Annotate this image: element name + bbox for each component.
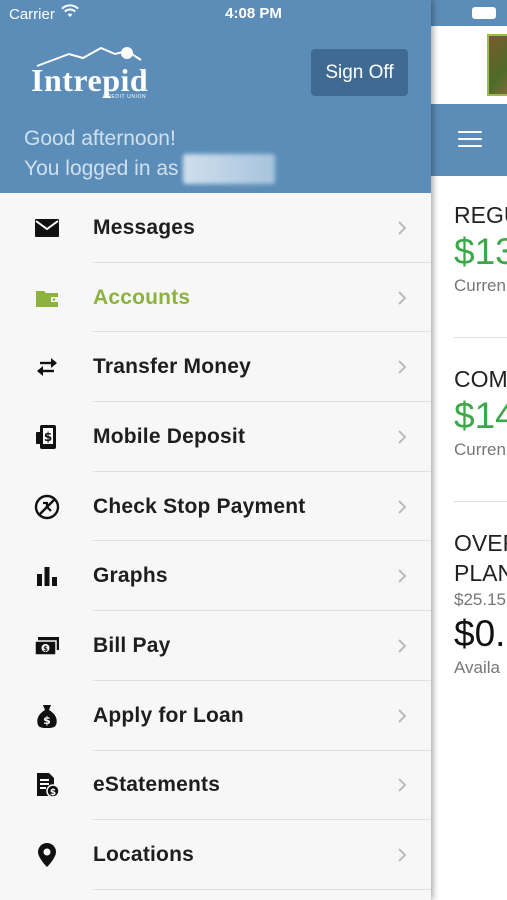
menu-item-check-stop-payment[interactable]: Check Stop Payment [0,472,431,542]
menu-item-accounts[interactable]: Accounts [0,263,431,333]
stop-payment-icon [34,494,60,520]
menu-item-apply-for-loan[interactable]: $ Apply for Loan [0,681,431,751]
accounts-screen-background: REGU $13 Curren COM $14 Curren OVER PLAN… [430,0,507,900]
account-balance: $0. [454,613,506,654]
divider [454,337,507,338]
svg-text:$: $ [50,788,56,798]
account-card[interactable]: OVER PLAN $25.15 $0. Availa [454,528,507,680]
greeting-text: Good afternoon! [24,127,176,150]
background-logo-image [487,34,507,96]
menu-label: Locations [93,843,194,867]
divider [93,888,431,890]
chevron-right-icon [398,848,407,862]
menu-label: Accounts [93,285,191,309]
chevron-right-icon [398,290,407,305]
menu-label: Apply for Loan [93,703,244,727]
hamburger-menu-icon[interactable] [458,131,482,149]
logo-subtext: CREDIT UNION [103,94,147,100]
location-pin-icon [34,842,60,868]
money-bag-icon: $ [34,703,60,729]
account-name: REGU [454,202,507,228]
menu-item-transfer-money[interactable]: Transfer Money [0,332,431,403]
menu-item-locations[interactable]: Locations [0,820,431,890]
account-name: OVER [454,530,507,556]
intrepid-logo: Intrepid CREDIT UNION [31,44,163,102]
envelope-icon [34,215,60,241]
menu-item-messages[interactable]: Messages [0,193,431,263]
menu-label: Check Stop Payment [93,494,306,518]
account-card[interactable]: COM $14 Curren [454,364,507,462]
divider [454,501,507,502]
menu-label: Mobile Deposit [93,424,246,448]
username-redacted [182,154,275,184]
status-time: 4:08 PM [225,5,282,22]
menu-item-graphs[interactable]: Graphs [0,541,431,612]
background-navbar [430,104,507,176]
chevron-right-icon [398,569,407,583]
bill-icon: $ [34,633,60,659]
account-balance: $13 [454,231,507,272]
chevron-right-icon [398,499,407,514]
bar-chart-icon [34,563,60,589]
drawer-menu: Messages Accounts Transfer Money $ Mobil… [0,193,431,890]
chevron-right-icon [398,708,407,723]
chevron-right-icon [398,778,407,793]
statement-icon: $ [34,772,60,798]
status-bar: Carrier 4:08 PM [0,0,431,28]
navigation-drawer: Carrier 4:08 PM Intrepid CREDIT UNION Si… [0,0,431,900]
background-header [430,26,507,104]
account-card[interactable]: REGU $13 Curren [454,200,507,298]
mobile-deposit-icon: $ [34,424,60,450]
logged-in-line: You logged in as [24,154,275,184]
wallet-icon [34,285,60,311]
transfer-arrows-icon [34,354,60,380]
accounts-list: REGU $13 Curren COM $14 Curren OVER PLAN… [430,176,507,900]
svg-text:$: $ [43,714,51,727]
menu-label: Bill Pay [93,633,171,657]
menu-label: Graphs [93,564,168,588]
chevron-right-icon [398,221,407,235]
menu-label: Messages [93,215,195,239]
menu-item-estatements[interactable]: $ eStatements [0,751,431,821]
chevron-right-icon [398,430,407,444]
menu-label: eStatements [93,773,221,797]
account-balance-label: Curren [454,440,506,459]
account-name: COM [454,366,507,392]
account-limit: $25.15 [454,590,506,609]
menu-label: Transfer Money [93,355,252,379]
svg-text:$: $ [43,645,48,653]
logged-in-label: You logged in as [24,157,179,180]
drawer-header: Carrier 4:08 PM Intrepid CREDIT UNION Si… [0,0,431,193]
chevron-right-icon [398,360,407,374]
account-balance-label: Curren [454,276,506,295]
account-balance-label: Availa [454,658,500,677]
account-balance: $14 [454,395,507,436]
account-name-line2: PLAN [454,560,507,586]
greeting-block: Good afternoon! You logged in as [24,124,275,184]
menu-item-bill-pay[interactable]: $ Bill Pay [0,611,431,681]
svg-text:$: $ [44,430,52,444]
menu-item-mobile-deposit[interactable]: $ Mobile Deposit [0,402,431,472]
sign-off-button[interactable]: Sign Off [311,49,408,96]
chevron-right-icon [398,639,407,653]
